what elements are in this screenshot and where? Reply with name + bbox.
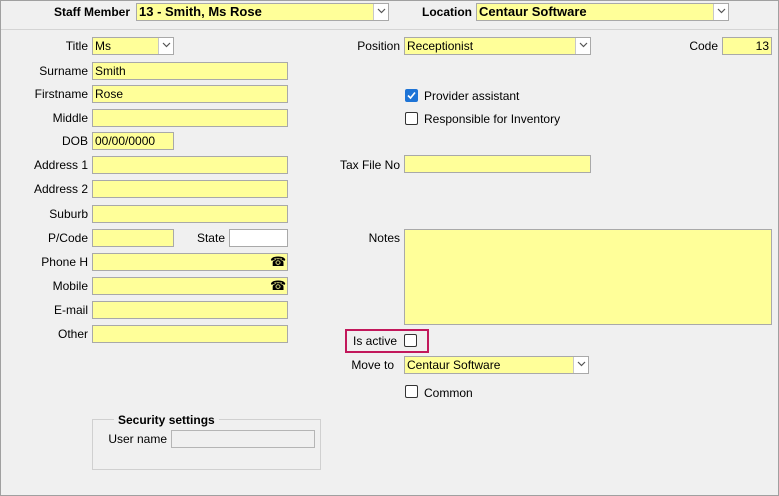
position-value: Receptionist [407,39,474,53]
pcode-label: P/Code [47,231,88,245]
location-value: Centaur Software [479,4,587,19]
email-label: E-mail [53,303,88,317]
position-label: Position [357,39,400,53]
title-label: Title [65,39,88,53]
staff-member-label: Staff Member [53,5,130,19]
common-label: Common [424,386,473,400]
surname-field[interactable]: Smith [92,62,288,80]
other-label: Other [57,327,88,341]
chevron-down-icon[interactable] [573,357,588,373]
phone-h-field[interactable]: ☎ [92,253,288,271]
address2-label: Address 2 [33,182,88,196]
email-field[interactable] [92,301,288,319]
code-field[interactable]: 13 [722,37,772,55]
surname-label: Surname [39,64,88,78]
username-field[interactable] [171,430,315,448]
address1-field[interactable] [92,156,288,174]
middle-field[interactable] [92,109,288,127]
phone-h-label: Phone H [41,255,88,269]
location-select[interactable]: Centaur Software [476,3,729,21]
title-select[interactable]: Ms [92,37,174,55]
chevron-down-icon[interactable] [575,38,590,54]
move-to-select[interactable]: Centaur Software [404,356,589,374]
provider-assistant-checkbox[interactable] [405,89,418,102]
common-checkbox[interactable] [405,385,418,398]
suburb-field[interactable] [92,205,288,223]
mobile-label: Mobile [52,279,88,293]
is-active-label: Is active [353,334,398,348]
position-select[interactable]: Receptionist [404,37,591,55]
firstname-field[interactable]: Rose [92,85,288,103]
middle-label: Middle [52,111,88,125]
move-to-label: Move to [351,358,394,372]
tax-file-no-label: Tax File No [339,158,400,172]
security-settings-title: Security settings [114,412,219,428]
dob-field[interactable]: 00/00/0000 [92,132,174,150]
responsible-inventory-label: Responsible for Inventory [424,112,561,126]
staff-member-value: 13 - Smith, Ms Rose [139,4,262,19]
title-value: Ms [95,39,111,53]
state-field[interactable] [229,229,288,247]
code-label: Code [689,39,718,53]
move-to-value: Centaur Software [407,358,501,372]
is-active-checkbox[interactable] [404,334,417,347]
pcode-field[interactable] [92,229,174,247]
firstname-label: Firstname [34,87,88,101]
notes-textarea[interactable] [404,229,772,325]
telephone-icon[interactable]: ☎ [270,279,286,293]
username-label: User name [108,432,167,446]
dob-label: DOB [61,134,88,148]
suburb-label: Suburb [49,207,88,221]
chevron-down-icon[interactable] [713,4,728,20]
checkmark-icon [407,91,416,100]
staff-member-select[interactable]: 13 - Smith, Ms Rose [136,3,389,21]
state-label: State [196,231,225,245]
address2-field[interactable] [92,180,288,198]
tax-file-no-field[interactable] [404,155,591,173]
other-field[interactable] [92,325,288,343]
address1-label: Address 1 [33,158,88,172]
location-label: Location [422,5,472,19]
notes-label: Notes [368,231,400,245]
telephone-icon[interactable]: ☎ [270,255,286,269]
mobile-field[interactable]: ☎ [92,277,288,295]
responsible-inventory-checkbox[interactable] [405,112,418,125]
provider-assistant-label: Provider assistant [424,89,520,103]
chevron-down-icon[interactable] [158,38,173,54]
chevron-down-icon[interactable] [373,4,388,20]
